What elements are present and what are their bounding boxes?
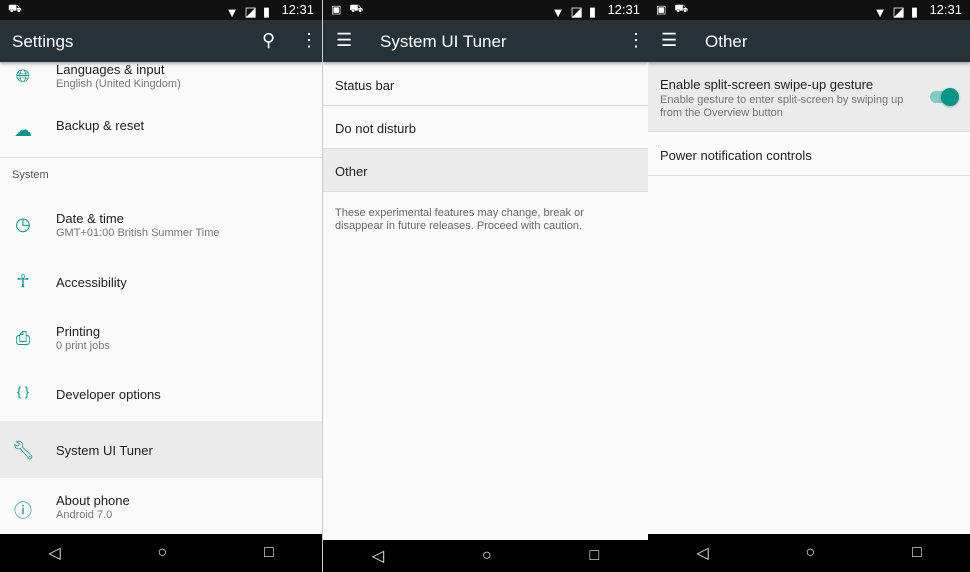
item-title: Other [335, 164, 368, 179]
image-icon: ▣ [331, 4, 342, 16]
home-icon[interactable]: ○ [157, 544, 167, 562]
page-title: System UI Tuner [380, 32, 507, 51]
nav-bar: ◁ ○ □ [0, 534, 322, 572]
settings-item-languages[interactable]: 🌐︎ Languages & input English (United Kingd… [0, 62, 322, 102]
item-title: Status bar [335, 78, 395, 93]
toggle-thumb [941, 88, 959, 106]
split-screen-toggle[interactable] [930, 88, 959, 106]
tuner-item-do-not-disturb[interactable]: Do not disturb [323, 106, 648, 149]
setting-subtitle: Enable gesture to enter split-screen by … [660, 94, 904, 119]
item-title: Power notification controls [660, 148, 812, 163]
item-title: Printing [56, 324, 101, 339]
item-subtitle: 0 print jobs [56, 340, 110, 352]
tuner-item-other[interactable]: Other [323, 149, 648, 192]
item-title: Accessibility [56, 275, 127, 290]
settings-item-system-ui-tuner[interactable]: 🔧︎ System UI Tuner [0, 421, 322, 478]
toolbar: Settings ⚲ ⋮ [0, 20, 322, 62]
code-braces-icon: { } [16, 384, 30, 399]
settings-item-developer[interactable]: { } Developer options [0, 365, 322, 421]
tuner-panel: ▣ ⛟ ▼ ◪ ▮ 12:31 ☰ System UI Tuner ⋮ Status bar … [322, 0, 648, 572]
back-icon[interactable]: ◁ [696, 543, 708, 563]
warning-note: These experimental features may change, … [335, 207, 584, 232]
home-icon[interactable]: ○ [805, 544, 815, 562]
more-icon[interactable]: ⋮ [627, 30, 645, 51]
status-bar: ▣ ⛟ ▼ ◪ ▮ 12:31 [323, 0, 648, 20]
item-title: Date & time [56, 211, 124, 226]
clock-icon: ◷ [15, 214, 31, 234]
battery-icon: ▮ [910, 4, 918, 19]
item-title: Languages & input [56, 62, 165, 77]
wifi-icon: ▼ [225, 4, 239, 20]
item-subtitle: Android 7.0 [56, 509, 113, 521]
item-title: About phone [56, 493, 130, 508]
settings-item-about[interactable]: ⓘ About phone Android 7.0 [0, 478, 322, 534]
no-sim-icon: ◪ [570, 4, 583, 19]
wifi-icon: ▼ [551, 4, 565, 20]
power-notification-controls[interactable]: Power notification controls [648, 132, 970, 176]
item-subtitle: English (United Kingdom) [56, 78, 181, 90]
recents-icon[interactable]: □ [589, 547, 599, 565]
status-bar: ⛟ ▼ ◪ ▮ 12:31 [0, 0, 322, 20]
setting-title: Enable split-screen swipe-up gesture [660, 77, 874, 92]
page-title: Settings [12, 32, 74, 51]
section-header: System [12, 169, 49, 181]
nav-bar: ◁ ○ □ [323, 540, 648, 572]
menu-icon[interactable]: ☰ [661, 30, 677, 51]
debug-icon: ⛟ [8, 3, 22, 15]
info-icon: ⓘ [14, 501, 32, 521]
page-title: Other [705, 32, 748, 51]
home-icon[interactable]: ○ [482, 547, 492, 565]
item-title: Developer options [56, 387, 161, 402]
split-screen-setting[interactable]: Enable split-screen swipe-up gesture Ena… [648, 62, 970, 132]
settings-item-printing[interactable]: ⎙ Printing 0 print jobs [0, 309, 322, 365]
tuner-item-status-bar[interactable]: Status bar [323, 62, 648, 106]
item-title: Do not disturb [335, 121, 416, 136]
nav-bar: ◁ ○ □ [648, 534, 970, 572]
item-title: Backup & reset [56, 118, 145, 133]
back-icon[interactable]: ◁ [48, 543, 60, 563]
battery-icon: ▮ [588, 4, 596, 19]
clock: 12:31 [929, 2, 962, 17]
settings-item-accessibility[interactable]: ☥ Accessibility [0, 253, 322, 309]
no-sim-icon: ◪ [892, 4, 905, 19]
wrench-icon: 🔧︎ [12, 440, 35, 460]
other-panel: ▣ ⛟ ▼ ◪ ▮ 12:31 ☰ Other Enable split-screen sw… [648, 0, 970, 572]
menu-icon[interactable]: ☰ [336, 30, 352, 51]
settings-panel: ⛟ ▼ ◪ ▮ 12:31 Settings ⚲ ⋮ 🌐︎ Languages & input… [0, 0, 322, 572]
image-icon: ▣ [656, 4, 667, 16]
status-bar: ▣ ⛟ ▼ ◪ ▮ 12:31 [648, 0, 970, 20]
no-sim-icon: ◪ [244, 4, 257, 19]
search-icon[interactable]: ⚲ [262, 30, 275, 51]
debug-icon: ⛟ [674, 3, 689, 15]
item-title: System UI Tuner [56, 443, 153, 458]
item-subtitle: GMT+01:00 British Summer Time [56, 227, 220, 239]
globe-icon: 🌐︎ [15, 66, 31, 86]
recents-icon[interactable]: □ [912, 544, 922, 562]
toolbar: ☰ System UI Tuner ⋮ [323, 20, 648, 62]
cloud-upload-icon: ☁ [14, 120, 32, 140]
clock: 12:31 [607, 2, 640, 17]
clock: 12:31 [281, 2, 314, 17]
back-icon[interactable]: ◁ [372, 546, 384, 566]
wifi-icon: ▼ [873, 4, 887, 20]
toolbar: ☰ Other [648, 20, 970, 62]
settings-item-date-time[interactable]: ◷ Date & time GMT+01:00 British Summer Tim… [0, 195, 322, 253]
debug-icon: ⛟ [349, 3, 364, 15]
accessibility-icon: ☥ [16, 271, 30, 291]
more-icon[interactable]: ⋮ [300, 30, 318, 51]
settings-item-backup[interactable]: ☁ Backup & reset [0, 102, 322, 158]
printer-icon: ⎙ [15, 328, 31, 348]
recents-icon[interactable]: □ [264, 544, 274, 562]
battery-icon: ▮ [262, 4, 270, 19]
